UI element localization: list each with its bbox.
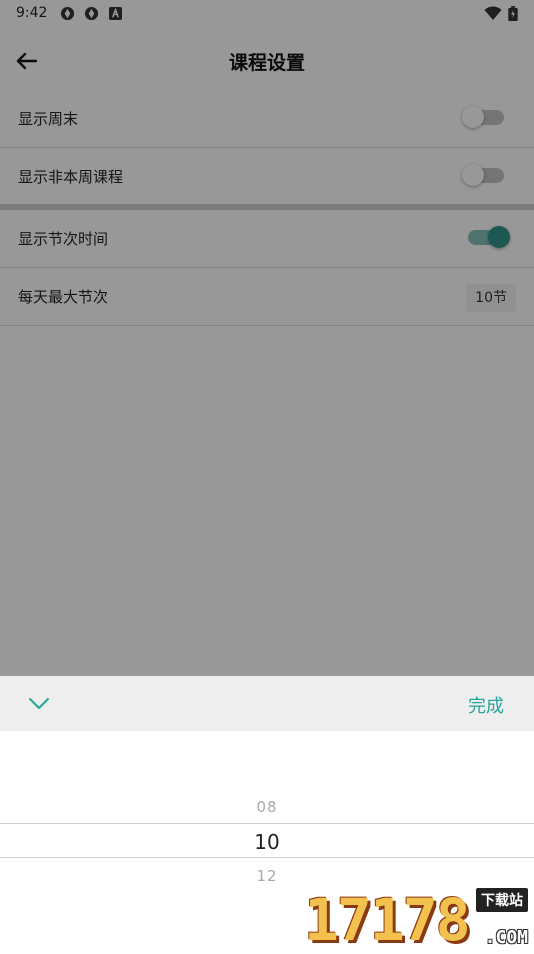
done-button[interactable]: 完成 [468,692,504,718]
picker-selected-option[interactable]: 10 [0,830,534,854]
dim-overlay[interactable] [0,0,534,676]
chevron-down-icon[interactable] [26,693,52,713]
picker-selection-line [0,823,534,824]
watermark-tag: 下载站 [476,888,528,912]
picker-option[interactable]: 12 [0,867,534,885]
watermark-logo: 17178 下载站 .COM [304,886,530,954]
watermark-suffix: .COM [484,927,528,948]
watermark-number: 17178 [304,886,471,954]
picker-selection-line [0,857,534,858]
picker-toolbar: 完成 [0,676,534,731]
picker-option[interactable]: 08 [0,798,534,816]
